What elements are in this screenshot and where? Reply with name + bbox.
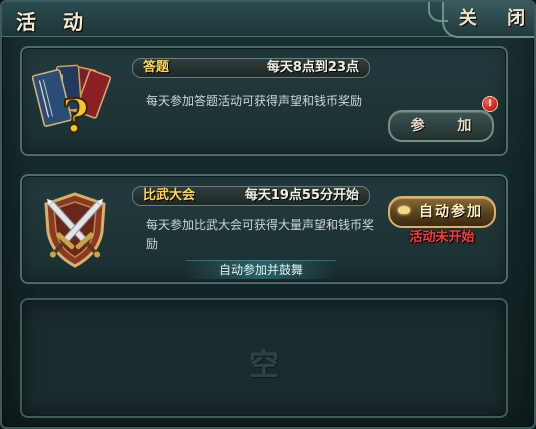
activity-header: 比武大会 每天19点55分开始 — [132, 186, 370, 206]
title-bar: 活 动 关 闭 — [2, 2, 536, 38]
empty-activity-slot: 空 — [20, 298, 508, 418]
quiz-books-question-icon: ? — [31, 58, 118, 144]
close-button[interactable]: 关 闭 — [428, 2, 536, 38]
auto-join-inspire-label: 自动参加并鼓舞 — [218, 263, 303, 277]
activity-header: 答题 每天8点到23点 — [132, 58, 370, 78]
notification-badge: ! — [482, 96, 498, 112]
auto-join-inspire-option[interactable]: 自动参加并鼓舞 — [186, 260, 336, 279]
activity-name: 答题 — [143, 60, 170, 75]
activity-description: 每天参加答题活动可获得声望和钱币奖励 — [146, 94, 363, 108]
activity-card-quiz: ? 答题 每天8点到23点 每天参加答题活动可获得声望和钱币奖励 参 加 ! — [20, 46, 508, 156]
activity-window: 活 动 关 闭 ? 答题 每天8点到23点 每天参加答题活动可获得声望和钱币奖励… — [0, 0, 536, 429]
window-title: 活 动 — [16, 10, 93, 34]
join-button-label: 参 加 — [410, 118, 486, 134]
ingot-icon — [398, 206, 410, 214]
activity-card-tournament: 比武大会 每天19点55分开始 每天参加比武大会可获得大量声望和钱币奖励 自动参… — [20, 174, 508, 284]
activity-status: 活动未开始 — [409, 230, 475, 245]
auto-join-button-label: 自动参加 — [419, 204, 483, 220]
join-button[interactable]: 参 加 — [388, 110, 494, 142]
svg-text:?: ? — [62, 89, 89, 143]
auto-join-button[interactable]: 自动参加 — [388, 196, 496, 228]
activity-schedule: 每天8点到23点 — [266, 60, 359, 75]
close-button-label: 关 闭 — [458, 8, 536, 29]
activity-name: 比武大会 — [143, 188, 196, 203]
activity-schedule: 每天19点55分开始 — [244, 188, 359, 203]
empty-slot-label: 空 — [249, 348, 279, 383]
crossed-swords-shield-icon — [32, 186, 118, 272]
activity-description: 每天参加比武大会可获得大量声望和钱币奖励 — [146, 218, 375, 251]
